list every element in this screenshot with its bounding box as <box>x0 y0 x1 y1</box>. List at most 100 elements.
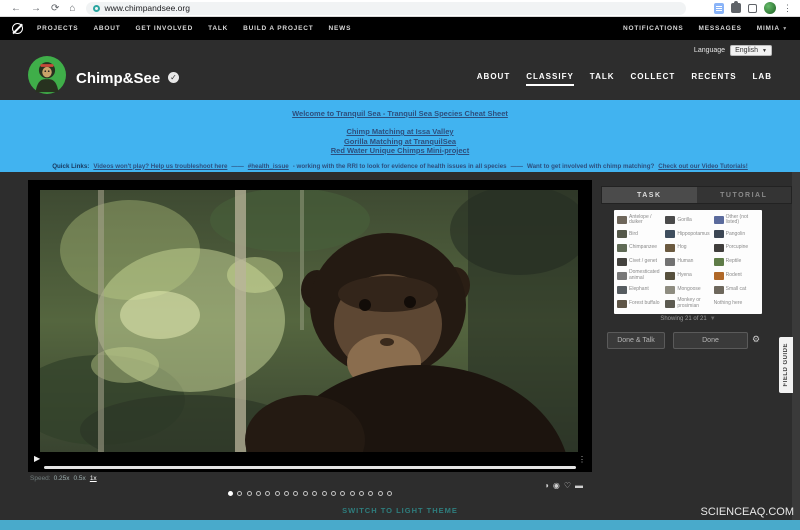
banner-link[interactable]: Gorilla Matching at TranquilSea <box>0 137 800 147</box>
theme-toggle-link[interactable]: SWITCH TO LIGHT THEME <box>0 506 800 515</box>
site-nav-item[interactable]: RECENTS <box>691 72 736 86</box>
species-option[interactable]: Human <box>665 256 710 269</box>
zooniverse-nav-item[interactable]: PROJECTS <box>37 25 78 32</box>
zooniverse-nav-item[interactable]: TALK <box>208 25 228 32</box>
species-option[interactable]: Antelope / duiker <box>617 214 662 227</box>
invert-colors-icon[interactable]: ◑ <box>544 481 549 490</box>
species-option[interactable]: Hyena <box>665 269 710 282</box>
back-icon[interactable]: ← <box>11 0 21 17</box>
reload-icon[interactable]: ⟳ <box>51 0 59 17</box>
forward-icon[interactable]: → <box>31 0 41 17</box>
speed-option[interactable]: 0.25x <box>54 475 70 482</box>
zooniverse-nav-item[interactable]: ABOUT <box>93 25 120 32</box>
banner-link[interactable]: Chimp Matching at Issa Valley <box>0 127 800 137</box>
species-option[interactable]: Forest buffalo <box>617 297 662 310</box>
frame-dot[interactable] <box>359 491 364 496</box>
done-and-talk-button[interactable]: Done & Talk <box>607 332 665 349</box>
site-nav-item[interactable]: ABOUT <box>477 72 510 86</box>
frame-dot[interactable] <box>322 491 327 496</box>
site-nav-item[interactable]: LAB <box>753 72 772 86</box>
species-option[interactable]: Gorilla <box>665 214 710 227</box>
language-select[interactable]: English ▼ <box>730 45 772 56</box>
frame-dot[interactable] <box>284 491 289 496</box>
camera-trap-video[interactable] <box>40 190 578 452</box>
task-tab[interactable]: TASK <box>602 187 697 203</box>
quick-link[interactable]: Check out our Video Tutorials! <box>658 163 748 170</box>
zooniverse-nav-item[interactable]: BUILD A PROJECT <box>243 25 313 32</box>
filter-icon[interactable]: ▼ <box>710 316 716 322</box>
video-scrubber[interactable] <box>44 466 576 469</box>
quick-link[interactable]: #health_issue <box>248 163 289 170</box>
video-menu-icon[interactable]: ⋮ <box>578 456 586 463</box>
metadata-icon[interactable]: ◉ <box>553 481 560 490</box>
site-nav-item[interactable]: COLLECT <box>631 72 676 86</box>
frame-dot[interactable] <box>247 491 252 496</box>
collection-icon[interactable]: ▬ <box>575 481 583 490</box>
species-option[interactable]: Elephant <box>617 283 662 296</box>
species-option[interactable]: Hippopotamus <box>665 228 710 241</box>
scrollbar-track[interactable] <box>792 172 800 520</box>
reading-list-icon[interactable] <box>714 3 724 14</box>
field-guide-tab[interactable]: FIELD GUIDE <box>779 337 793 393</box>
banner-headline-link[interactable]: Welcome to Tranquil Sea - Tranquil Sea S… <box>0 109 800 118</box>
species-option[interactable]: Bird <box>617 228 662 241</box>
quick-link[interactable]: —— <box>511 163 523 170</box>
zooniverse-nav-item[interactable]: GET INVOLVED <box>136 25 194 32</box>
zooniverse-user-nav-item[interactable]: NOTIFICATIONS <box>623 25 683 32</box>
user-menu[interactable]: MIMIA ▼ <box>757 25 788 32</box>
site-info-icon[interactable] <box>93 5 100 12</box>
project-logo[interactable] <box>28 56 66 94</box>
frame-dot[interactable] <box>331 491 336 496</box>
species-option[interactable]: Pangolin <box>714 228 759 241</box>
species-option[interactable]: Reptile <box>714 256 759 269</box>
species-option[interactable]: Mongoose <box>665 283 710 296</box>
species-option[interactable]: Domesticated animal <box>617 269 662 282</box>
species-option[interactable]: Porcupine <box>714 242 759 255</box>
quick-link[interactable]: Quick Links: <box>52 163 89 170</box>
play-icon[interactable]: ▶ <box>34 454 40 463</box>
url-bar[interactable]: www.chimpandsee.org <box>86 2 686 15</box>
species-option[interactable]: Chimpanzee <box>617 242 662 255</box>
speed-option[interactable]: 1x <box>90 475 97 482</box>
site-nav-item[interactable]: TALK <box>590 72 615 86</box>
species-option[interactable]: Monkey or prosimian <box>665 297 710 310</box>
zooniverse-user-nav-item[interactable]: MESSAGES <box>698 25 741 32</box>
quick-link[interactable]: - working with the RRI to look for evide… <box>293 163 507 170</box>
species-option[interactable]: Hog <box>665 242 710 255</box>
banner-link[interactable]: Red Water Unique Chimps Mini-project <box>0 146 800 156</box>
frame-dot[interactable] <box>228 491 233 496</box>
extensions-icon[interactable] <box>731 3 741 13</box>
favorite-heart-icon[interactable]: ♡ <box>564 481 571 490</box>
species-option[interactable]: Rodent <box>714 269 759 282</box>
zooniverse-logo-icon[interactable] <box>12 23 23 34</box>
task-tab[interactable]: TUTORIAL <box>697 187 792 203</box>
site-nav-item[interactable]: CLASSIFY <box>526 72 574 86</box>
browser-menu-icon[interactable]: ⋮ <box>783 3 792 14</box>
frame-dot[interactable] <box>378 491 383 496</box>
gear-icon[interactable]: ⚙ <box>752 334 760 345</box>
profile-avatar[interactable] <box>764 2 776 14</box>
quick-link[interactable]: —— <box>231 163 243 170</box>
frame-dot[interactable] <box>368 491 373 496</box>
frame-dot[interactable] <box>350 491 355 496</box>
tab-icon[interactable] <box>748 4 757 13</box>
species-option[interactable]: Other (not listed) <box>714 214 759 227</box>
frame-dot[interactable] <box>312 491 317 496</box>
frame-dot[interactable] <box>275 491 280 496</box>
quick-link[interactable]: Videos won't play? Help us troubleshoot … <box>93 163 227 170</box>
done-button[interactable]: Done <box>673 332 748 349</box>
frame-dot[interactable] <box>256 491 261 496</box>
frame-dot[interactable] <box>265 491 270 496</box>
speed-option[interactable]: 0.5x <box>74 475 86 482</box>
frame-dot[interactable] <box>237 491 242 496</box>
frame-dot[interactable] <box>303 491 308 496</box>
frame-dot[interactable] <box>293 491 298 496</box>
frame-dot[interactable] <box>340 491 345 496</box>
species-option[interactable]: Nothing here <box>714 297 759 310</box>
home-icon[interactable]: ⌂ <box>69 0 75 17</box>
species-option[interactable]: Small cat <box>714 283 759 296</box>
zooniverse-nav-item[interactable]: NEWS <box>329 25 352 32</box>
quick-link[interactable]: Want to get involved with chimp matching… <box>527 163 654 170</box>
frame-dot[interactable] <box>387 491 392 496</box>
species-option[interactable]: Civet / genet <box>617 256 662 269</box>
